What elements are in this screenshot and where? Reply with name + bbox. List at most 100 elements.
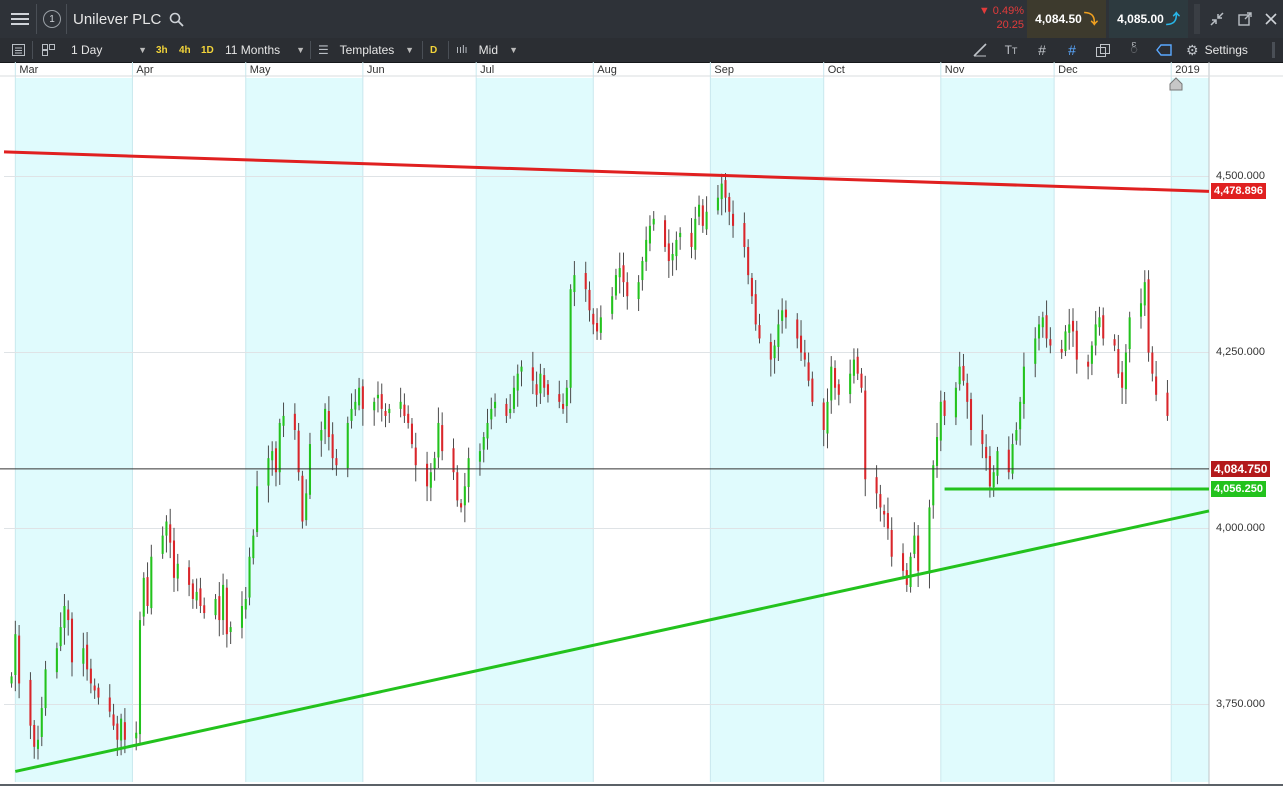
candle-up xyxy=(55,648,58,673)
candle-up xyxy=(1064,331,1067,352)
close-icon[interactable] xyxy=(1261,0,1281,38)
candle-down xyxy=(592,313,595,325)
x-tick-label: May xyxy=(249,64,271,76)
price-marker-badge: 4,084.750 xyxy=(1211,460,1271,477)
candle-up xyxy=(248,556,251,598)
candle-down xyxy=(562,403,565,409)
month-band xyxy=(245,78,363,782)
candle-down xyxy=(172,540,176,578)
layout-icon[interactable] xyxy=(38,38,58,62)
candle-down xyxy=(1087,361,1090,367)
buy-price: 4,085.00 xyxy=(1117,12,1164,26)
candle-up xyxy=(486,422,489,439)
candle-up xyxy=(176,563,179,579)
grip-handle-icon[interactable] xyxy=(1192,0,1202,38)
x-tick-label: 2019 xyxy=(1175,64,1200,76)
instrument-title[interactable]: Unilever PLC xyxy=(73,0,185,38)
indicator-icon[interactable]: ႅ xyxy=(1123,38,1145,62)
candle-down xyxy=(837,384,840,395)
price-change: ▼ 0.49% 20.25 xyxy=(968,4,1024,34)
candle-down xyxy=(822,402,825,430)
alert-tag-icon[interactable] xyxy=(1152,38,1176,62)
candle-up xyxy=(826,401,829,434)
candle-up xyxy=(278,422,281,473)
candle-up xyxy=(1098,317,1101,328)
candle-up xyxy=(40,708,43,737)
candle-down xyxy=(327,410,330,438)
collapse-icon[interactable] xyxy=(1206,0,1228,38)
x-tick-label: Jul xyxy=(480,64,495,76)
candle-down xyxy=(796,319,799,339)
search-icon[interactable] xyxy=(169,12,185,27)
y-tick-label: 4,250.000 xyxy=(1216,345,1265,358)
price-chart[interactable] xyxy=(0,62,1283,786)
info-badge[interactable]: 1 xyxy=(42,0,62,38)
candle-down xyxy=(123,722,126,740)
quick-interval-4h[interactable]: 4h xyxy=(179,38,191,62)
candle-up xyxy=(82,648,85,664)
candle-up xyxy=(512,387,515,409)
candle-up xyxy=(648,225,651,244)
candle-up xyxy=(1139,303,1143,317)
candle-up xyxy=(44,669,47,709)
candle-down xyxy=(769,342,772,360)
candle-up xyxy=(1128,317,1131,350)
candle-up xyxy=(433,458,436,469)
price-mode-label: Mid xyxy=(478,43,499,57)
text-tool-icon[interactable]: TT xyxy=(1000,38,1022,62)
x-tick-label: Dec xyxy=(1058,64,1078,76)
candle-up xyxy=(467,458,470,488)
candle-down xyxy=(441,425,444,452)
candle-up xyxy=(852,359,855,376)
buy-arrow-icon: ⤴ xyxy=(1165,11,1180,27)
candle-down xyxy=(18,635,21,684)
d-badge[interactable]: D xyxy=(430,38,437,62)
candle-up xyxy=(354,401,357,410)
month-band xyxy=(710,78,824,782)
candle-down xyxy=(293,413,296,430)
quick-interval-1d[interactable]: 1D xyxy=(201,38,214,62)
candle-down xyxy=(754,294,757,325)
crosshair-grid-icon[interactable]: # xyxy=(1061,38,1083,62)
change-percent: 0.49% xyxy=(992,5,1024,17)
range-select[interactable]: 11 Months ▼ xyxy=(225,38,305,62)
candle-down xyxy=(380,394,383,409)
candle-down xyxy=(191,583,194,599)
candle-down xyxy=(29,679,32,726)
candle-up xyxy=(996,451,999,476)
candle-up xyxy=(565,387,568,407)
candle-up xyxy=(59,627,62,647)
candle-down xyxy=(33,724,36,747)
candle-down xyxy=(1113,339,1116,346)
candle-down xyxy=(883,510,886,515)
candle-up xyxy=(716,197,719,211)
sell-price-button[interactable]: 4,084.50 ⤵ xyxy=(1027,0,1106,38)
interval-select[interactable]: 1 Day ▼ xyxy=(71,38,147,62)
price-mode-select[interactable]: ıılı Mid ▼ xyxy=(456,38,518,62)
candle-down xyxy=(535,384,538,395)
candle-up xyxy=(958,366,961,385)
candle-down xyxy=(917,535,920,571)
list-icon[interactable] xyxy=(8,38,28,62)
candle-up xyxy=(437,422,440,458)
templates-select[interactable]: ☰ Templates ▼ xyxy=(318,38,414,62)
popout-icon[interactable] xyxy=(1234,0,1256,38)
settings-button[interactable]: ⚙ Settings xyxy=(1186,38,1248,62)
candle-down xyxy=(1049,339,1052,346)
candle-up xyxy=(482,437,485,450)
grid-icon[interactable]: # xyxy=(1031,38,1053,62)
candle-up xyxy=(490,408,493,420)
candle-up xyxy=(1068,324,1071,333)
range-label: 11 Months xyxy=(225,43,281,57)
candle-down xyxy=(403,404,406,416)
candle-down xyxy=(1147,279,1150,353)
toolbar-grip-icon[interactable] xyxy=(1272,38,1278,62)
candle-down xyxy=(384,410,387,416)
quick-interval-3h[interactable]: 3h xyxy=(156,38,168,62)
windows-icon[interactable] xyxy=(1092,38,1114,62)
draw-line-icon[interactable] xyxy=(969,38,991,62)
hamburger-menu-icon[interactable] xyxy=(6,0,34,38)
month-band xyxy=(15,78,133,782)
buy-price-button[interactable]: 4,085.00 ⤴ xyxy=(1109,0,1188,38)
x-tick-label: Mar xyxy=(19,64,39,76)
